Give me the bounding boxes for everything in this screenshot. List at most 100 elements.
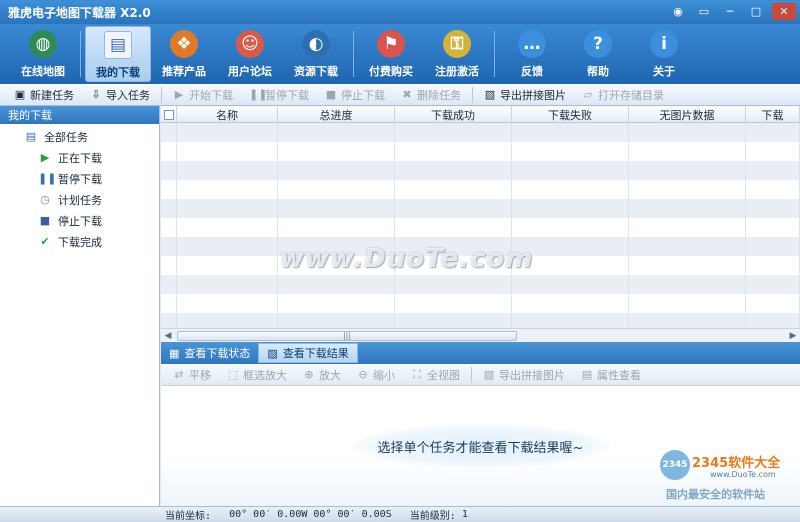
toolbar-info-button[interactable]: i 关于 (631, 26, 697, 82)
toolbar-chat-button[interactable]: … 反馈 (499, 26, 565, 82)
tab-download-status[interactable]: ▦ 查看下载状态 (161, 343, 258, 363)
table-cell (177, 123, 278, 142)
toolbar-divider (471, 366, 472, 383)
table-cell (161, 237, 177, 256)
level-label: 当前级别: (409, 511, 456, 522)
task-import-button[interactable]: ⇩ 导入任务 (82, 85, 158, 105)
task-export-image-button[interactable]: ▧ 导出拼接图片 (476, 85, 574, 105)
table-cell (177, 142, 278, 161)
task-play-button[interactable]: ▶ 开始下载 (165, 85, 241, 105)
select-all-checkbox[interactable] (161, 106, 177, 123)
table-cell (629, 237, 746, 256)
column-header[interactable]: 名称 (177, 106, 278, 123)
tree-item-all-tasks[interactable]: ▤ 全部任务 (0, 126, 159, 147)
table-cell (395, 294, 512, 313)
toolbar-cart-button[interactable]: ⚑ 付费购买 (358, 26, 424, 82)
window-controls: ◉ ▭ ─ □ ✕ (668, 3, 796, 20)
column-header-label: 无图片数据 (659, 108, 715, 122)
column-header[interactable]: 下载失败 (512, 106, 629, 123)
mini-mode-button[interactable]: ▭ (694, 3, 714, 20)
table-row[interactable] (161, 142, 800, 161)
help-icon: ? (584, 30, 612, 58)
table-row[interactable] (161, 199, 800, 218)
tree-item-clock[interactable]: ◷ 计划任务 (0, 189, 159, 210)
column-header[interactable]: 下载 (746, 106, 800, 123)
table-row[interactable] (161, 218, 800, 237)
tab-download-result[interactable]: ▨ 查看下载结果 (258, 343, 358, 363)
task-stop-button[interactable]: ■ 停止下载 (317, 85, 393, 105)
table-cell (177, 199, 278, 218)
logo-url: www.DuoTe.com (710, 470, 776, 479)
map-result-icon: ▨ (267, 346, 278, 360)
table-row[interactable] (161, 161, 800, 180)
result-zoom-in-button[interactable]: ⊕ 放大 (295, 365, 349, 385)
tree-item-check[interactable]: ✔ 下载完成 (0, 231, 159, 252)
table-cell (278, 218, 395, 237)
table-cell (177, 161, 278, 180)
table-cell (629, 256, 746, 275)
table-cell (746, 218, 800, 237)
result-full-view-button[interactable]: ⛶ 全视图 (403, 365, 468, 385)
globe-icon: ◍ (29, 30, 57, 58)
minimize-button[interactable]: ─ (720, 3, 740, 20)
import-icon: ⇩ (91, 88, 101, 101)
toolbar-cubes-button[interactable]: ❖ 推荐产品 (151, 26, 217, 82)
result-tabs: ▦ 查看下载状态 ▨ 查看下载结果 (161, 342, 800, 364)
toolbar-download-list-button[interactable]: ▤ 我的下载 (85, 26, 151, 82)
pause-icon: ❚❚ (249, 88, 268, 101)
checkbox-icon[interactable] (163, 109, 174, 120)
table-cell (161, 161, 177, 180)
main-toolbar: ◍ 在线地图 ▤ 我的下载 ❖ 推荐产品 ☺ 用户论坛 ◐ 资源下载 ⚑ 付费购买 ⚿ 注册激活 … 反馈? 帮… (0, 24, 800, 84)
result-export-image-button[interactable]: ▧ 导出拼接图片 (475, 365, 573, 385)
table-cell (161, 218, 177, 237)
toolbar-disc-button[interactable]: ◐ 资源下载 (283, 26, 349, 82)
table-row[interactable] (161, 294, 800, 313)
tree-item-stop[interactable]: ■ 停止下载 (0, 210, 159, 231)
table-cell (746, 256, 800, 275)
title-bar[interactable]: 雅虎电子地图下载器 X2.0 ◉ ▭ ─ □ ✕ (0, 0, 800, 24)
toolbar-globe-button[interactable]: ◍ 在线地图 (10, 26, 76, 82)
toolbar-lock-button[interactable]: ⚿ 注册激活 (424, 26, 490, 82)
column-header[interactable]: 下载成功 (395, 106, 512, 123)
table-row[interactable] (161, 123, 800, 142)
horizontal-scrollbar[interactable]: ◀ ||| ▶ (161, 328, 800, 342)
table-row[interactable] (161, 275, 800, 294)
toolbar-divider (494, 31, 495, 77)
result-button-label: 框选放大 (243, 368, 287, 382)
column-header[interactable]: 无图片数据 (629, 106, 746, 123)
maximize-button[interactable]: □ (746, 3, 766, 20)
table-cell (629, 199, 746, 218)
zoom-out-icon: ⊖ (358, 368, 368, 381)
table-cell (746, 199, 800, 218)
skin-button[interactable]: ◉ (668, 3, 688, 20)
table-row[interactable] (161, 180, 800, 199)
result-pan-button[interactable]: ⇄ 平移 (165, 365, 219, 385)
result-box-zoom-button[interactable]: ⬚ 框选放大 (219, 365, 295, 385)
result-zoom-out-button[interactable]: ⊖ 缩小 (349, 365, 403, 385)
scroll-left-icon[interactable]: ◀ (161, 329, 175, 342)
task-table: 名称 总进度 下载成功 下载失败 无图片数据 下载 ◀ ||| ▶ (161, 106, 800, 342)
tree-item-play[interactable]: ▶ 正在下载 (0, 147, 159, 168)
scroll-right-icon[interactable]: ▶ (786, 329, 800, 342)
task-new-task-button[interactable]: ▣ 新建任务 (6, 85, 82, 105)
table-cell (512, 218, 629, 237)
scroll-thumb[interactable]: ||| (177, 330, 517, 341)
task-button-label: 导出拼接图片 (500, 88, 566, 102)
tree-item-pause[interactable]: ❚❚ 暂停下载 (0, 168, 159, 189)
tree-item-label: 下载完成 (58, 235, 102, 249)
task-delete-button[interactable]: ✖ 删除任务 (393, 85, 469, 105)
toolbar-button-label: 反馈 (521, 65, 543, 78)
task-pause-button[interactable]: ❚❚ 暂停下载 (241, 85, 317, 105)
disc-icon: ◐ (302, 30, 330, 58)
table-cell (278, 294, 395, 313)
toolbar-help-button[interactable]: ? 帮助 (565, 26, 631, 82)
toolbar-users-button[interactable]: ☺ 用户论坛 (217, 26, 283, 82)
result-properties-button[interactable]: ▤ 属性查看 (573, 365, 649, 385)
close-button[interactable]: ✕ (772, 3, 796, 20)
column-header[interactable]: 总进度 (278, 106, 395, 123)
column-header-label: 名称 (216, 108, 238, 122)
task-folder-button[interactable]: ▱ 打开存储目录 (574, 85, 672, 105)
toolbar-divider (472, 86, 473, 103)
status-bar: 当前坐标: 00° 00′ 0.00W 00° 00′ 0.00S 当前级别: … (0, 506, 800, 522)
table-cell (629, 142, 746, 161)
